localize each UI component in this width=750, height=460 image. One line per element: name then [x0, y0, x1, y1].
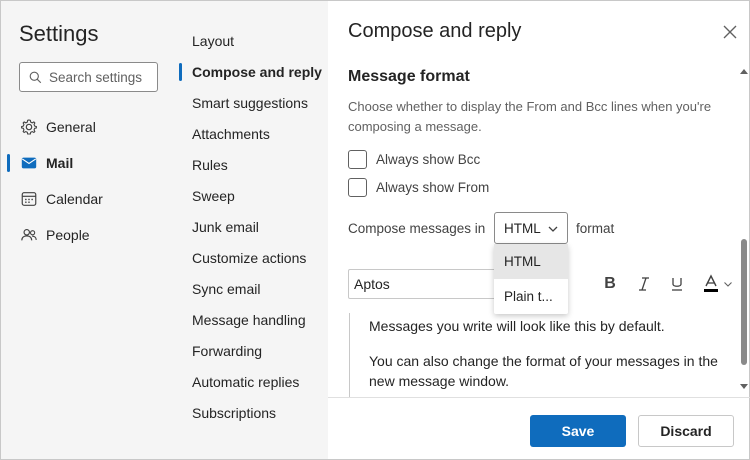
format-preview: Messages you write will look like this b… — [349, 313, 729, 397]
subnav-item-smart-suggestions[interactable]: Smart suggestions — [169, 87, 328, 118]
sidebar-item-general[interactable]: General — [1, 109, 169, 145]
scrollbar-thumb[interactable] — [741, 239, 747, 365]
subnav-item-junk-email[interactable]: Junk email — [169, 211, 328, 242]
close-icon — [723, 25, 737, 39]
section-description: Choose whether to display the From and B… — [348, 99, 712, 134]
search-settings-input[interactable]: Search settings — [19, 62, 158, 92]
close-button[interactable] — [719, 21, 741, 43]
always-show-bcc-checkbox[interactable]: Always show Bcc — [348, 149, 480, 169]
mail-subnav: Layout Compose and reply Smart suggestio… — [169, 1, 328, 459]
subnav-item-compose-and-reply[interactable]: Compose and reply — [169, 56, 328, 87]
compose-format-select[interactable]: HTML — [494, 212, 568, 244]
checkbox-label: Always show Bcc — [376, 151, 481, 167]
font-color-icon — [704, 274, 718, 292]
mail-icon — [20, 154, 38, 172]
settings-dialog: Settings Search settings General Mail Ca… — [0, 0, 750, 460]
underline-icon — [672, 278, 682, 291]
bold-button[interactable]: B — [598, 272, 622, 296]
italic-icon — [639, 277, 649, 291]
sidebar-item-mail[interactable]: Mail — [1, 145, 169, 181]
settings-scroll-area: Message format Choose whether to display… — [328, 61, 750, 397]
arrow-up-icon — [740, 69, 748, 74]
subnav-item-sync-email[interactable]: Sync email — [169, 273, 328, 304]
settings-category-list: General Mail Calendar People — [1, 109, 169, 253]
dialog-footer: Save Discard — [328, 397, 750, 460]
font-color-dropdown[interactable] — [721, 272, 735, 296]
sidebar-item-calendar[interactable]: Calendar — [1, 181, 169, 217]
scroll-up-arrow[interactable] — [740, 67, 748, 75]
sidebar-item-label: People — [46, 227, 90, 243]
chevron-down-icon — [724, 282, 732, 287]
save-button[interactable]: Save — [530, 415, 626, 447]
chevron-down-icon — [548, 226, 558, 232]
bold-icon: B — [604, 275, 616, 292]
arrow-down-icon — [740, 384, 748, 389]
subnav-item-message-handling[interactable]: Message handling — [169, 304, 328, 335]
subnav-item-layout[interactable]: Layout — [169, 25, 328, 56]
settings-sidebar: Settings Search settings General Mail Ca… — [1, 1, 169, 459]
compose-format-value: HTML — [504, 220, 541, 236]
scrollbar[interactable] — [738, 61, 750, 397]
subnav-item-forwarding[interactable]: Forwarding — [169, 335, 328, 366]
scroll-down-arrow[interactable] — [740, 383, 748, 391]
checkbox-label: Always show From — [376, 179, 490, 195]
checkbox-box[interactable] — [348, 177, 367, 197]
discard-button[interactable]: Discard — [638, 415, 734, 447]
sidebar-item-label: General — [46, 119, 96, 135]
settings-content-panel: Compose and reply Message format Choose … — [328, 1, 750, 460]
subnav-item-subscriptions[interactable]: Subscriptions — [169, 397, 328, 428]
compose-format-suffix: format — [576, 220, 615, 236]
preview-text: You can also change the format of your m… — [369, 353, 718, 389]
sidebar-item-label: Calendar — [46, 191, 103, 207]
settings-title: Settings — [19, 21, 99, 46]
subnav-item-automatic-replies[interactable]: Automatic replies — [169, 366, 328, 397]
underline-button[interactable] — [665, 272, 689, 296]
calendar-icon — [20, 190, 38, 208]
italic-button[interactable] — [632, 272, 656, 296]
search-icon — [29, 71, 42, 83]
gear-icon — [20, 118, 38, 136]
compose-format-label: Compose messages in — [348, 220, 486, 236]
format-option-plain-text[interactable]: Plain t... — [494, 279, 568, 314]
sidebar-item-people[interactable]: People — [1, 217, 169, 253]
search-placeholder: Search settings — [49, 69, 143, 85]
format-option-html[interactable]: HTML — [494, 244, 568, 279]
subnav-item-sweep[interactable]: Sweep — [169, 180, 328, 211]
subnav-item-rules[interactable]: Rules — [169, 149, 328, 180]
compose-format-listbox: HTML Plain t... — [494, 244, 568, 314]
font-color-button[interactable] — [699, 272, 723, 296]
subnav-item-customize-actions[interactable]: Customize actions — [169, 242, 328, 273]
people-icon — [20, 226, 38, 244]
always-show-from-checkbox[interactable]: Always show From — [348, 177, 489, 197]
checkbox-box[interactable] — [348, 149, 367, 169]
font-name-select[interactable]: Aptos — [348, 269, 496, 299]
preview-text: Messages you write will look like this b… — [369, 318, 665, 334]
sidebar-item-label: Mail — [46, 155, 74, 171]
font-name-value: Aptos — [354, 276, 390, 292]
page-title: Compose and reply — [348, 20, 522, 42]
subnav-item-attachments[interactable]: Attachments — [169, 118, 328, 149]
section-title: Message format — [348, 68, 470, 85]
